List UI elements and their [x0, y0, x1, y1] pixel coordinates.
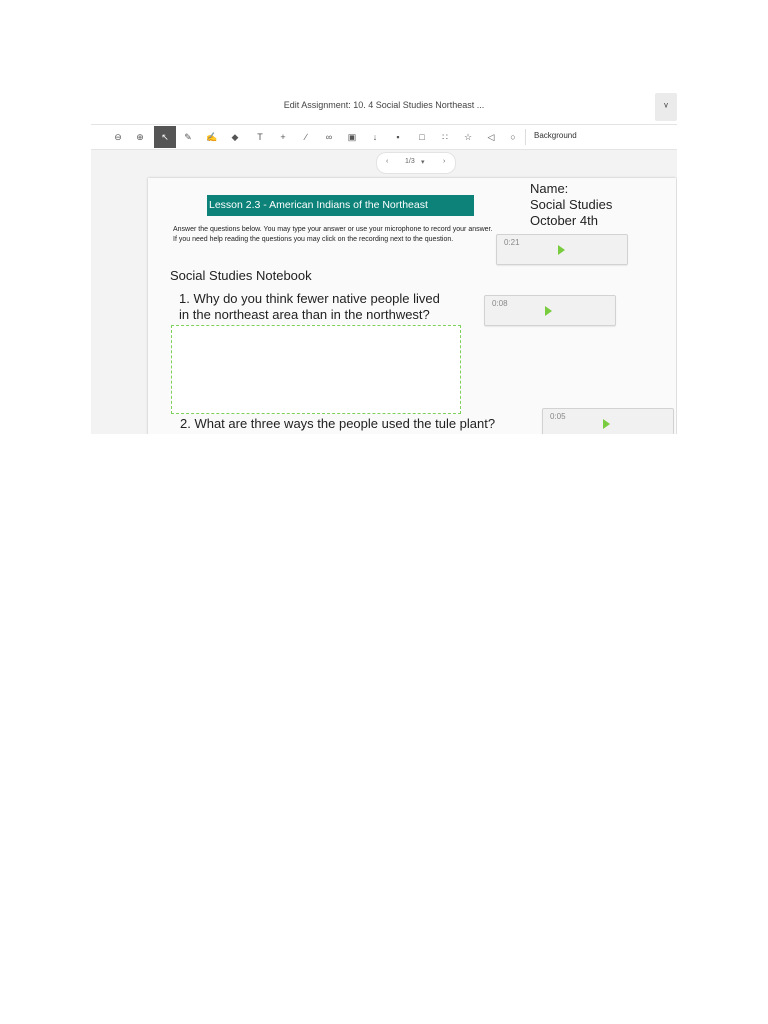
- annotation-toolbar: ⊖ ⊕ ↖ ✎ ✍ ◆ T + ∕ ∞ ▣ ↓ ▪ □ ∷ ☆ ◁ ○ Back…: [91, 124, 677, 150]
- question-1-line-2: in the northeast area than in the northw…: [179, 307, 430, 322]
- name-label: Name:: [530, 181, 569, 196]
- recording-duration: 0:21: [504, 238, 520, 247]
- select-pointer-icon[interactable]: ↖: [154, 126, 176, 148]
- drop-icon[interactable]: ○: [502, 126, 524, 148]
- recording-duration: 0:08: [492, 299, 508, 308]
- line-icon[interactable]: ∕: [295, 126, 317, 148]
- pen-icon[interactable]: ✎: [177, 126, 199, 148]
- speaker-icon[interactable]: ◁: [480, 126, 502, 148]
- answer-text-box[interactable]: [171, 325, 461, 414]
- shapes-icon[interactable]: ▪: [387, 126, 409, 148]
- highlighter-icon[interactable]: ✍: [201, 126, 223, 148]
- toolbar-divider: [525, 129, 526, 145]
- worksheet-page: Lesson 2.3 - American Indians of the Nor…: [148, 178, 676, 434]
- add-ons-icon[interactable]: ᵛ: [655, 93, 677, 121]
- subject-label: Social Studies: [530, 197, 613, 212]
- play-icon[interactable]: [545, 306, 552, 316]
- link-icon[interactable]: ∞: [318, 126, 340, 148]
- recording-player[interactable]: 0:21: [496, 234, 628, 265]
- question-2: 2. What are three ways the people used t…: [180, 416, 496, 431]
- chevron-down-icon[interactable]: ▾: [421, 158, 425, 166]
- add-icon[interactable]: +: [272, 126, 294, 148]
- recording-duration: 0:05: [550, 412, 566, 421]
- text-icon[interactable]: T: [249, 126, 271, 148]
- name-block: Name: Social Studies October 4th: [530, 181, 612, 229]
- play-icon[interactable]: [603, 419, 610, 429]
- recording-player[interactable]: 0:08: [484, 295, 616, 326]
- microphone-icon[interactable]: ↓: [364, 126, 386, 148]
- question-1: 1. Why do you think fewer native people …: [179, 291, 440, 323]
- background-button[interactable]: Background: [534, 131, 577, 140]
- date-label: October 4th: [530, 213, 598, 228]
- title-bar: Edit Assignment: 10. 4 Social Studies No…: [91, 88, 677, 124]
- lesson-banner: Lesson 2.3 - American Indians of the Nor…: [207, 195, 474, 216]
- page-navigator: ‹ 1/3 ▾ ›: [376, 152, 456, 174]
- app-window: Edit Assignment: 10. 4 Social Studies No…: [91, 88, 677, 434]
- question-1-line-1: 1. Why do you think fewer native people …: [179, 291, 440, 306]
- zoom-out-icon[interactable]: ⊖: [107, 126, 129, 148]
- camera-icon[interactable]: ▣: [341, 126, 363, 148]
- notebook-heading: Social Studies Notebook: [170, 268, 312, 283]
- next-page-icon[interactable]: ›: [443, 158, 445, 165]
- instructions-text: Answer the questions below. You may type…: [173, 226, 493, 243]
- eraser-icon[interactable]: ◆: [224, 126, 246, 148]
- page-indicator[interactable]: 1/3: [405, 158, 415, 165]
- recording-player[interactable]: 0:05: [542, 408, 674, 434]
- star-icon[interactable]: ☆: [457, 126, 479, 148]
- play-icon[interactable]: [558, 245, 565, 255]
- zoom-in-icon[interactable]: ⊕: [129, 126, 151, 148]
- square-select-icon[interactable]: □: [411, 126, 433, 148]
- grid-icon[interactable]: ∷: [434, 126, 456, 148]
- prev-page-icon[interactable]: ‹: [386, 158, 388, 165]
- window-title: Edit Assignment: 10. 4 Social Studies No…: [283, 100, 485, 110]
